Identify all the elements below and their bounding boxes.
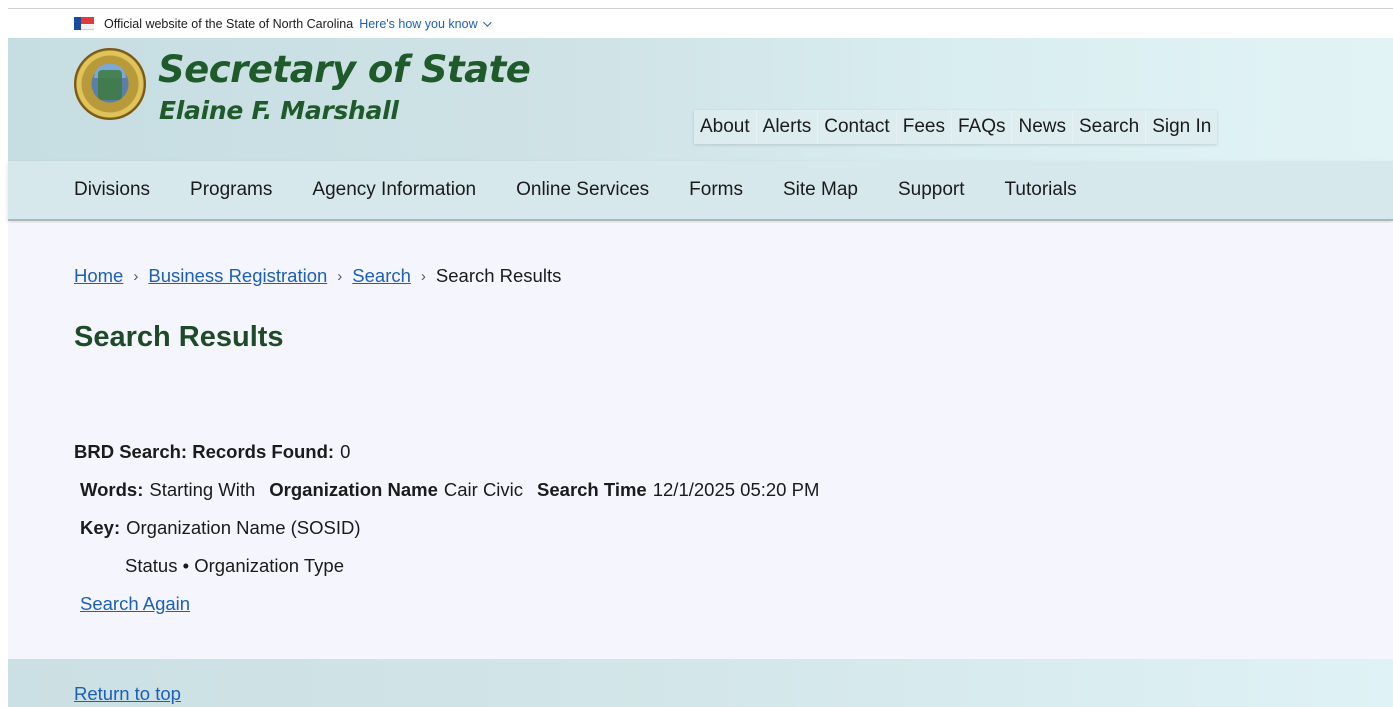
main-nav: Divisions Programs Agency Information On… [8,161,1393,221]
utility-nav-faqs[interactable]: FAQs [952,110,1013,144]
chevron-down-icon [482,17,492,27]
records-found-count: 0 [340,441,351,462]
utility-nav: About Alerts Contact Fees FAQs News Sear… [694,110,1218,144]
footer: Return to top [8,659,1393,707]
search-time-value: 12/1/2025 05:20 PM [652,479,820,500]
main-nav-divisions[interactable]: Divisions [74,179,150,201]
utility-nav-search[interactable]: Search [1073,110,1147,144]
main-nav-online-services[interactable]: Online Services [516,179,649,201]
utility-nav-news[interactable]: News [1012,110,1073,144]
chevron-right-icon: › [133,267,139,285]
main-nav-agency-information[interactable]: Agency Information [312,179,476,201]
key-value: Organization Name (SOSID) [126,517,361,538]
nc-flag-icon [74,17,94,30]
main-content: Home › Business Registration › Search › … [8,223,1393,659]
utility-nav-contact[interactable]: Contact [818,110,897,144]
main-nav-tutorials[interactable]: Tutorials [1005,179,1077,201]
search-time-label: Search Time [537,479,647,500]
breadcrumb-current: Search Results [435,265,562,286]
main-nav-forms[interactable]: Forms [689,179,743,201]
return-to-top-link[interactable]: Return to top [74,683,181,705]
breadcrumb-search[interactable]: Search [352,265,411,287]
utility-nav-about[interactable]: About [694,110,757,144]
org-name-value: Cair Civic [443,479,524,500]
status-type-text: Status • Organization Type [125,555,345,576]
breadcrumb-business-registration[interactable]: Business Registration [148,265,327,287]
site-title[interactable]: Secretary of State [158,48,531,91]
main-nav-support[interactable]: Support [898,179,965,201]
words-label: Words: [80,479,144,500]
state-seal-logo[interactable] [74,48,146,120]
main-nav-programs[interactable]: Programs [190,179,272,201]
site-header: Secretary of State Elaine F. Marshall Ab… [8,38,1393,161]
search-criteria-line: Words: Starting With Organization Name C… [80,479,819,501]
main-nav-site-map[interactable]: Site Map [783,179,858,201]
utility-nav-fees[interactable]: Fees [897,110,952,144]
search-again-link[interactable]: Search Again [80,593,190,615]
records-found-label: BRD Search: Records Found: [74,441,335,462]
key-line: Key: Organization Name (SOSID) [80,517,361,539]
heres-how-you-know-link[interactable]: Here's how you know [359,16,492,31]
official-banner-text: Official website of the State of North C… [104,16,354,31]
page-title: Search Results [74,321,284,353]
records-found-line: BRD Search: Records Found: 0 [74,441,350,463]
utility-nav-sign-in[interactable]: Sign In [1146,110,1217,144]
heres-how-you-know-label: Here's how you know [359,16,478,31]
org-name-label: Organization Name [269,479,438,500]
breadcrumb-home[interactable]: Home [74,265,123,287]
breadcrumb: Home › Business Registration › Search › … [74,265,561,287]
official-banner: Official website of the State of North C… [8,8,1393,38]
key-label: Key: [80,517,121,538]
utility-nav-alerts[interactable]: Alerts [757,110,819,144]
chevron-right-icon: › [420,267,426,285]
status-line: Status • Organization Type [125,555,344,577]
site-subtitle[interactable]: Elaine F. Marshall [159,96,399,125]
words-value: Starting With [149,479,256,500]
chevron-right-icon: › [337,267,343,285]
